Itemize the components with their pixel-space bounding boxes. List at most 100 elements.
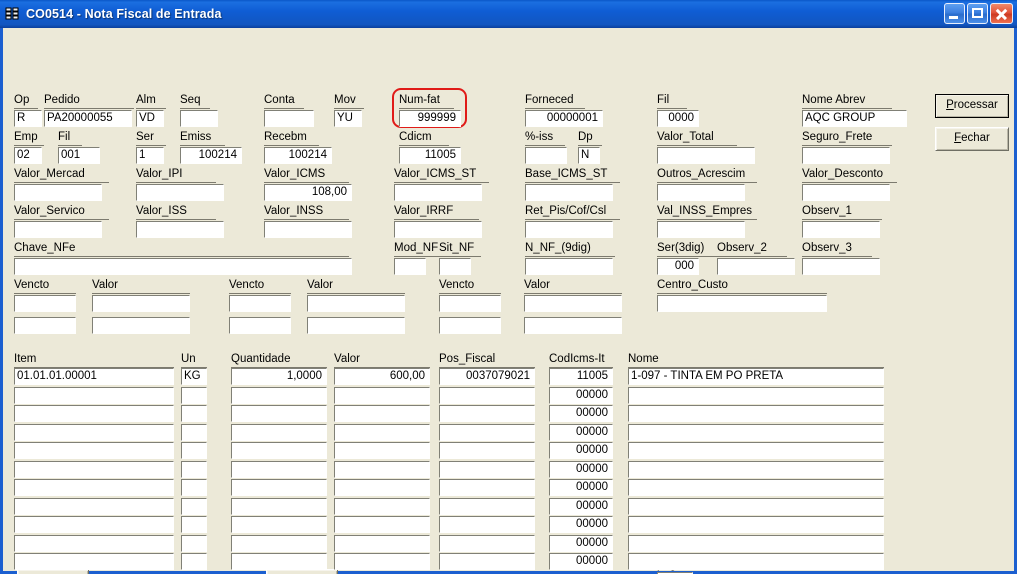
cell-nome-10[interactable] <box>628 535 884 552</box>
input-conta[interactable] <box>264 110 314 127</box>
cell-pos-fiscal-1[interactable]: 0037079021 <box>439 368 535 385</box>
input-seq[interactable] <box>180 110 218 127</box>
input-n-nf-9dig[interactable] <box>525 258 613 275</box>
input-vencto-3-vencto-1[interactable] <box>439 295 501 312</box>
cell-un-5[interactable] <box>181 442 207 459</box>
cell-un-3[interactable] <box>181 405 207 422</box>
cell-pos-fiscal-3[interactable] <box>439 405 535 422</box>
cell-valor-10[interactable] <box>334 535 430 552</box>
input-emp[interactable]: 02 <box>14 147 42 164</box>
cell-item-5[interactable] <box>14 442 174 459</box>
cell-nome-9[interactable] <box>628 516 884 533</box>
input-dp[interactable]: N <box>578 147 600 164</box>
input-outros-acrescim[interactable] <box>657 184 745 201</box>
input-vencto-1-vencto-1[interactable] <box>14 295 76 312</box>
input-vencto-2-valor-1[interactable] <box>307 295 405 312</box>
input-chave-nfe[interactable] <box>14 258 352 275</box>
cell-codicms-it-4[interactable]: 00000 <box>549 424 613 441</box>
cell-item-4[interactable] <box>14 424 174 441</box>
cell-quantidade-3[interactable] <box>231 405 327 422</box>
processar-button[interactable]: Processar <box>935 94 1009 118</box>
cell-quantidade-2[interactable] <box>231 387 327 404</box>
cell-pos-fiscal-4[interactable] <box>439 424 535 441</box>
cell-valor-9[interactable] <box>334 516 430 533</box>
cell-nome-5[interactable] <box>628 442 884 459</box>
cell-pos-fiscal-10[interactable] <box>439 535 535 552</box>
input-vencto-1-valor-2[interactable] <box>92 317 190 334</box>
cell-pos-fiscal-5[interactable] <box>439 442 535 459</box>
input-valor-inss[interactable] <box>264 221 352 238</box>
cell-un-10[interactable] <box>181 535 207 552</box>
cell-un-4[interactable] <box>181 424 207 441</box>
cell-item-10[interactable] <box>14 535 174 552</box>
cell-item-9[interactable] <box>14 516 174 533</box>
cell-item-11[interactable] <box>14 553 174 570</box>
input-vencto-3-valor-1[interactable] <box>524 295 622 312</box>
input-alm[interactable]: VD <box>136 110 164 127</box>
cell-item-3[interactable] <box>14 405 174 422</box>
cell-quantidade-1[interactable]: 1,0000 <box>231 368 327 385</box>
cell-nome-11[interactable] <box>628 553 884 570</box>
cell-un-11[interactable] <box>181 553 207 570</box>
input-fil[interactable]: 001 <box>58 147 100 164</box>
cell-valor-7[interactable] <box>334 479 430 496</box>
cell-valor-8[interactable] <box>334 498 430 515</box>
cell-nome-1[interactable]: 1-097 - TINTA EM PO PRETA <box>628 368 884 385</box>
input-mov[interactable]: YU <box>334 110 362 127</box>
cell-nome-2[interactable] <box>628 387 884 404</box>
cell-codicms-it-2[interactable]: 00000 <box>549 387 613 404</box>
input-observ-1[interactable] <box>802 221 880 238</box>
fechar-button[interactable]: Fechar <box>935 127 1009 151</box>
cell-valor-6[interactable] <box>334 461 430 478</box>
cell-quantidade-11[interactable] <box>231 553 327 570</box>
cell-valor-1[interactable]: 600,00 <box>334 368 430 385</box>
input-vencto-2-vencto-1[interactable] <box>229 295 291 312</box>
cell-pos-fiscal-6[interactable] <box>439 461 535 478</box>
input-forneced[interactable]: 00000001 <box>525 110 603 127</box>
cell-item-7[interactable] <box>14 479 174 496</box>
cell-nome-6[interactable] <box>628 461 884 478</box>
cell-quantidade-6[interactable] <box>231 461 327 478</box>
cell-codicms-it-6[interactable]: 00000 <box>549 461 613 478</box>
cell-un-6[interactable] <box>181 461 207 478</box>
cell-un-8[interactable] <box>181 498 207 515</box>
input-ser-3dig[interactable]: 000 <box>657 258 699 275</box>
input-cdicm[interactable]: 11005 <box>399 147 461 164</box>
input-vencto-1-valor-1[interactable] <box>92 295 190 312</box>
maximize-icon[interactable] <box>967 3 988 24</box>
input-ser[interactable]: 1 <box>136 147 164 164</box>
input-emiss[interactable]: 100214 <box>180 147 242 164</box>
input-valor-servico[interactable] <box>14 221 102 238</box>
input-vencto-3-valor-2[interactable] <box>524 317 622 334</box>
input-recebm[interactable]: 100214 <box>264 147 332 164</box>
cell-valor-3[interactable] <box>334 405 430 422</box>
input-val-inss-empres[interactable] <box>657 221 745 238</box>
cell-codicms-it-8[interactable]: 00000 <box>549 498 613 515</box>
input-num-fat[interactable]: 999999 <box>399 110 461 127</box>
cell-nome-8[interactable] <box>628 498 884 515</box>
input-fil-top[interactable]: 0000 <box>657 110 699 127</box>
input-valor-iss[interactable] <box>136 221 224 238</box>
title-bar[interactable]: CO0514 - Nota Fiscal de Entrada <box>0 0 1017 28</box>
cell-codicms-it-7[interactable]: 00000 <box>549 479 613 496</box>
cell-pos-fiscal-2[interactable] <box>439 387 535 404</box>
cell-item-8[interactable] <box>14 498 174 515</box>
cell-valor-2[interactable] <box>334 387 430 404</box>
cell-valor-11[interactable] <box>334 553 430 570</box>
cell-item-2[interactable] <box>14 387 174 404</box>
input-valor-total[interactable] <box>657 147 755 164</box>
cell-nome-7[interactable] <box>628 479 884 496</box>
cell-quantidade-9[interactable] <box>231 516 327 533</box>
cell-codicms-it-3[interactable]: 00000 <box>549 405 613 422</box>
cell-pos-fiscal-11[interactable] <box>439 553 535 570</box>
input-valor-desconto[interactable] <box>802 184 890 201</box>
input-pct-iss[interactable] <box>525 147 567 164</box>
input-vencto-2-vencto-2[interactable] <box>229 317 291 334</box>
cell-nome-3[interactable] <box>628 405 884 422</box>
input-vencto-3-vencto-2[interactable] <box>439 317 501 334</box>
input-seguro-frete[interactable] <box>802 147 890 164</box>
input-nome-abrev[interactable]: AQC GROUP <box>802 110 907 127</box>
cell-quantidade-5[interactable] <box>231 442 327 459</box>
cell-codicms-it-5[interactable]: 00000 <box>549 442 613 459</box>
input-valor-irrf[interactable] <box>394 221 482 238</box>
